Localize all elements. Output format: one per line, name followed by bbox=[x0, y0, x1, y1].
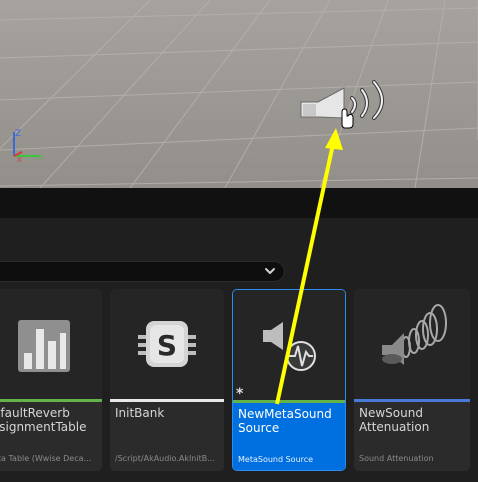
axis-z-label: Z bbox=[15, 129, 21, 139]
asset-tile-init-bank[interactable]: S InitBank /Script/AkAudio.AkInitB... bbox=[110, 289, 224, 471]
floor-grid: Z X Y bbox=[0, 0, 478, 188]
sound-attenuation-icon bbox=[382, 304, 447, 365]
axis-y-label: Y bbox=[37, 154, 43, 162]
asset-type-label: ata Table (Wwise Deca... bbox=[0, 454, 92, 463]
asset-name: efaultReverb ssignmentTable bbox=[0, 406, 87, 434]
svg-text:S: S bbox=[157, 329, 177, 362]
chevron-down-icon[interactable] bbox=[264, 265, 276, 277]
viewport-bottom-bar bbox=[0, 188, 478, 218]
metasound-source-icon bbox=[263, 322, 316, 371]
asset-tile-new-metasound-source[interactable]: * NewMetaSound Source MetaSound Source bbox=[232, 289, 346, 471]
asset-tile-new-sound-attenuation[interactable]: NewSound Attenuation Sound Attenuation bbox=[354, 289, 470, 471]
asset-name: NewMetaSound Source bbox=[238, 407, 332, 435]
asset-tile-default-reverb-table[interactable]: efaultReverb ssignmentTable ata Table (W… bbox=[0, 289, 102, 471]
asset-name: NewSound Attenuation bbox=[359, 406, 430, 434]
asset-type-label: Sound Attenuation bbox=[359, 454, 434, 463]
path-dropdown[interactable] bbox=[0, 261, 285, 282]
asset-type-label: MetaSound Source bbox=[238, 455, 314, 464]
asset-name: InitBank bbox=[115, 406, 165, 420]
level-viewport[interactable]: Z X Y bbox=[0, 0, 478, 188]
ak-init-bank-icon: S bbox=[138, 321, 196, 367]
data-table-icon bbox=[18, 320, 70, 372]
asset-type-label: /Script/AkAudio.AkInitB... bbox=[115, 454, 215, 463]
axis-x-label: X bbox=[17, 156, 22, 164]
